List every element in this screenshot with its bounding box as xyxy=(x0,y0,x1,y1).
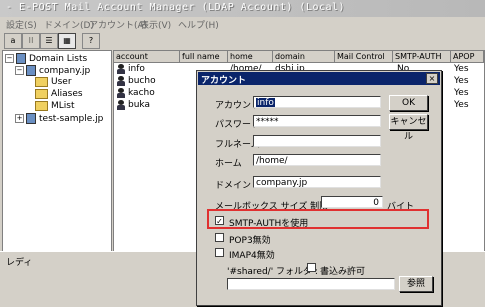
column-header-account[interactable]: account xyxy=(114,51,180,63)
folder-icon xyxy=(35,89,48,99)
pop3-disable-label: POP3無効 xyxy=(229,236,271,246)
column-header-apop[interactable]: APOP xyxy=(451,51,484,63)
expand-icon[interactable]: + xyxy=(15,114,24,123)
highlight-box xyxy=(207,209,429,229)
domain-label: ドメイン xyxy=(215,181,252,191)
mailbox-size-field[interactable]: 0 xyxy=(321,196,383,208)
domain-icon xyxy=(26,65,36,76)
browse-button[interactable]: 参照 xyxy=(399,276,433,292)
toolbar-list-button[interactable]: ☰ xyxy=(40,33,58,49)
close-icon[interactable]: × xyxy=(426,73,438,84)
shared-folder-label: '#shared/' フォルダ : xyxy=(227,267,318,277)
domain-field[interactable]: company.jp xyxy=(253,176,381,188)
home-label: ホーム xyxy=(215,159,242,169)
apop-cell: Yes xyxy=(454,64,469,74)
menu-help[interactable]: ヘルプ(H) xyxy=(178,18,219,31)
column-header-home[interactable]: home xyxy=(228,51,273,63)
menu-bar: 設定(S) ドメイン(D) アカウント(A) 表示(V) ヘルプ(H) xyxy=(0,17,485,31)
dialog-title: アカウント xyxy=(201,76,247,86)
write-permission-label: 書込み許可 xyxy=(320,267,366,277)
server-icon xyxy=(16,53,26,64)
tree-node-company[interactable]: − company.jp xyxy=(15,65,90,76)
toolbar-details-button[interactable]: ▦ xyxy=(58,33,76,49)
write-permission-checkbox[interactable] xyxy=(307,263,316,272)
shared-folder-field[interactable] xyxy=(227,278,395,290)
account-cell: buka xyxy=(128,100,150,110)
account-dialog: アカウント × アカウント info パスワード ***** フルネーム ホーム… xyxy=(196,70,442,306)
column-header-domain[interactable]: domain xyxy=(273,51,335,63)
account-cell: kacho xyxy=(128,88,155,98)
tree-node-aliases[interactable]: Aliases xyxy=(35,89,83,99)
cancel-button[interactable]: キャンセル xyxy=(389,114,428,142)
tree-node-user[interactable]: User xyxy=(35,77,72,87)
apop-cell: Yes xyxy=(454,76,469,86)
toolbar-help-button[interactable]: ? xyxy=(82,33,100,49)
column-header-mail-control[interactable]: Mail Control xyxy=(335,51,393,63)
user-icon xyxy=(117,100,128,113)
apop-cell: Yes xyxy=(454,100,469,110)
tree-node-test-sample[interactable]: + test-sample.jp xyxy=(15,113,103,124)
tree-node-domain-lists[interactable]: − Domain Lists xyxy=(5,53,87,64)
account-cell: info xyxy=(128,64,145,74)
status-text: レディ xyxy=(6,258,33,268)
tree-node-mlist[interactable]: MList xyxy=(35,101,75,111)
menu-view[interactable]: 表示(V) xyxy=(140,18,171,31)
menu-domain[interactable]: ドメイン(D) xyxy=(44,18,94,31)
fullname-field[interactable] xyxy=(253,135,381,147)
ok-button[interactable]: OK xyxy=(389,95,428,111)
pop3-disable-checkbox[interactable] xyxy=(215,233,224,242)
domain-tree[interactable]: − Domain Lists − company.jp User Aliases… xyxy=(2,50,112,252)
account-field[interactable]: info xyxy=(253,96,381,108)
toolbar: a ⁝⁝ ☰ ▦ ? xyxy=(0,31,485,49)
menu-account[interactable]: アカウント(A) xyxy=(89,18,147,31)
home-field[interactable]: /home/ xyxy=(253,154,381,166)
window-title: - E-POST Mail Account Manager (LDAP Acco… xyxy=(6,2,346,13)
collapse-icon[interactable]: − xyxy=(5,54,14,63)
collapse-icon[interactable]: − xyxy=(15,66,24,75)
toolbar-small-icons-button[interactable]: ⁝⁝ xyxy=(22,33,40,49)
folder-icon xyxy=(35,101,48,111)
title-bar: - E-POST Mail Account Manager (LDAP Acco… xyxy=(0,0,485,17)
domain-icon xyxy=(26,113,36,124)
column-header-smtp-auth[interactable]: SMTP-AUTH xyxy=(393,51,451,63)
dialog-title-bar: アカウント × xyxy=(198,72,440,86)
imap4-disable-checkbox[interactable] xyxy=(215,248,224,257)
imap4-disable-label: IMAP4無効 xyxy=(229,251,275,261)
toolbar-large-icons-button[interactable]: a xyxy=(4,33,22,49)
menu-settings[interactable]: 設定(S) xyxy=(6,18,37,31)
apop-cell: Yes xyxy=(454,88,469,98)
password-field[interactable]: ***** xyxy=(253,115,381,127)
folder-icon xyxy=(35,77,48,87)
column-header-full-name[interactable]: full name xyxy=(180,51,228,63)
account-cell: bucho xyxy=(128,76,156,86)
